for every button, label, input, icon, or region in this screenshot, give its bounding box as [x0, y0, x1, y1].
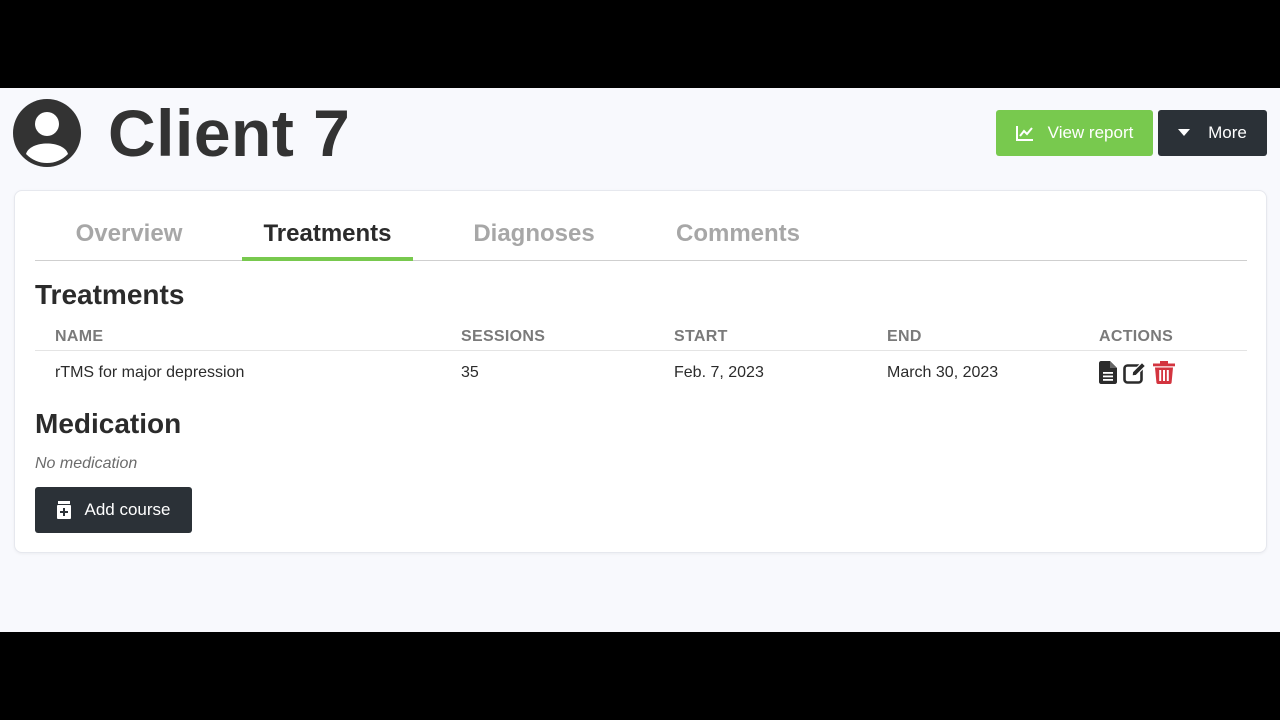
- more-button[interactable]: More: [1158, 110, 1267, 156]
- chart-line-icon: [1015, 126, 1033, 141]
- treatment-name: rTMS for major depression: [55, 364, 245, 381]
- add-course-button[interactable]: Add course: [35, 487, 192, 533]
- client-header: Client 7: [13, 99, 350, 167]
- more-label: More: [1208, 123, 1247, 142]
- table-header: NAME SESSIONS START END ACTIONS: [35, 325, 1247, 351]
- treatments-table: NAME SESSIONS START END ACTIONS rTMS for…: [35, 325, 1247, 395]
- page-title: Client 7: [108, 96, 351, 170]
- table-row: rTMS for major depression 35 Feb. 7, 202…: [35, 351, 1247, 395]
- column-header-name: NAME: [55, 328, 104, 345]
- edit-icon[interactable]: [1123, 361, 1147, 384]
- column-header-actions: ACTIONS: [1099, 328, 1174, 345]
- user-circle-icon: [13, 99, 81, 167]
- client-card: Overview Treatments Diagnoses Comments T…: [14, 190, 1267, 553]
- treatment-end: March 30, 2023: [887, 364, 999, 381]
- tab-diagnoses[interactable]: Diagnoses: [449, 217, 619, 261]
- app-viewport: Client 7 View report More Overview Treat…: [0, 88, 1280, 632]
- treatments-heading: Treatments: [35, 279, 185, 310]
- view-report-button[interactable]: View report: [996, 110, 1153, 156]
- treatment-sessions: 35: [461, 364, 479, 381]
- tab-bar: Overview Treatments Diagnoses Comments: [35, 217, 1247, 261]
- tab-overview[interactable]: Overview: [55, 217, 203, 261]
- treatment-start: Feb. 7, 2023: [674, 364, 764, 381]
- file-text-icon[interactable]: [1099, 361, 1117, 384]
- medical-plus-icon: [56, 501, 71, 519]
- row-actions: [1099, 361, 1175, 384]
- tab-treatments[interactable]: Treatments: [242, 217, 413, 261]
- tab-comments[interactable]: Comments: [653, 217, 823, 261]
- column-header-sessions: SESSIONS: [461, 328, 546, 345]
- add-course-label: Add course: [84, 500, 171, 519]
- view-report-label: View report: [1047, 123, 1134, 142]
- column-header-start: START: [674, 328, 728, 345]
- column-header-end: END: [887, 328, 922, 345]
- trash-icon[interactable]: [1153, 361, 1175, 384]
- caret-down-icon: [1178, 129, 1191, 136]
- medication-heading: Medication: [35, 408, 182, 439]
- no-medication-text: No medication: [35, 455, 138, 472]
